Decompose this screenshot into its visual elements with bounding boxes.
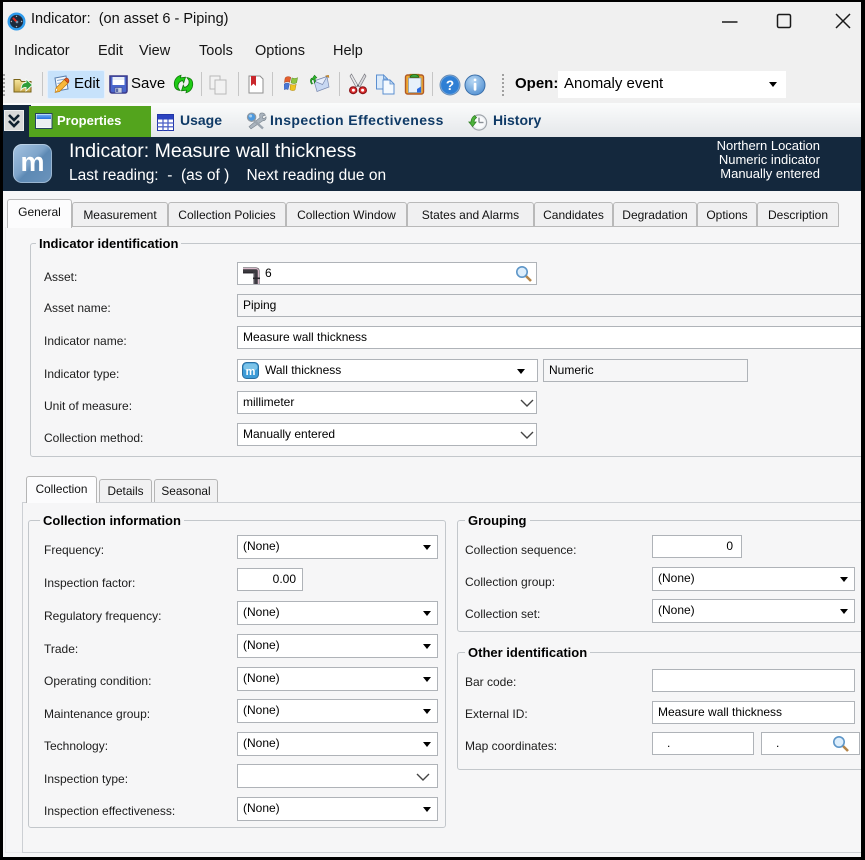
svg-text:m: m [246, 366, 256, 378]
svg-text:?: ? [446, 78, 454, 93]
